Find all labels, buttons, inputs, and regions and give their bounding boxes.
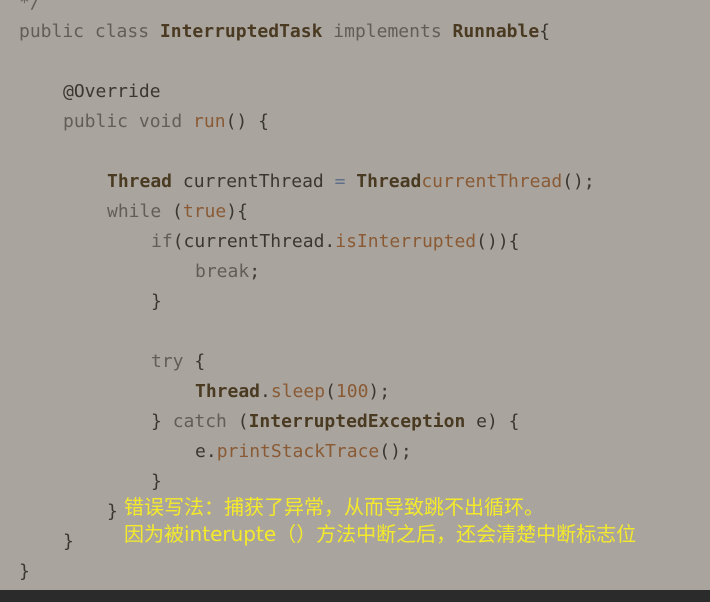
code-line-catch-close: } bbox=[151, 471, 162, 492]
code-line-break: break; bbox=[195, 261, 261, 282]
code-line-while-close: } bbox=[107, 501, 118, 522]
code-line-class-close: } bbox=[19, 561, 30, 582]
code-line-try: try { bbox=[151, 351, 206, 372]
comment-tail: */ bbox=[19, 0, 41, 13]
code-line-if-close: } bbox=[151, 291, 162, 312]
code-editor: */ public class InterruptedTask implemen… bbox=[0, 0, 710, 590]
annotation-line-2: 因为被interupte（）方法中断之后，还会清楚中断标志位 bbox=[124, 522, 637, 546]
code-line-run-close: } bbox=[63, 531, 74, 552]
code-line-catch: } catch (InterruptedException e) { bbox=[151, 411, 520, 432]
code-line-class-declaration: public class InterruptedTask implements … bbox=[19, 21, 551, 42]
code-line-print-stack-trace: e.printStackTrace(); bbox=[195, 441, 412, 462]
code-line-override: @Override bbox=[63, 81, 161, 102]
code-line-current-thread: Thread currentThread = ThreadcurrentThre… bbox=[107, 171, 595, 192]
code-line-sleep: Thread.sleep(100); bbox=[195, 381, 391, 402]
code-line-while: while (true){ bbox=[107, 201, 248, 222]
annotation-line-1: 错误写法：捕获了异常，从而导致跳不出循环。 bbox=[124, 495, 544, 519]
bottom-border bbox=[0, 590, 710, 602]
code-line-run-declaration: public void run() { bbox=[63, 111, 269, 132]
code-line-if: if(currentThread.isInterrupted()){ bbox=[151, 231, 520, 252]
